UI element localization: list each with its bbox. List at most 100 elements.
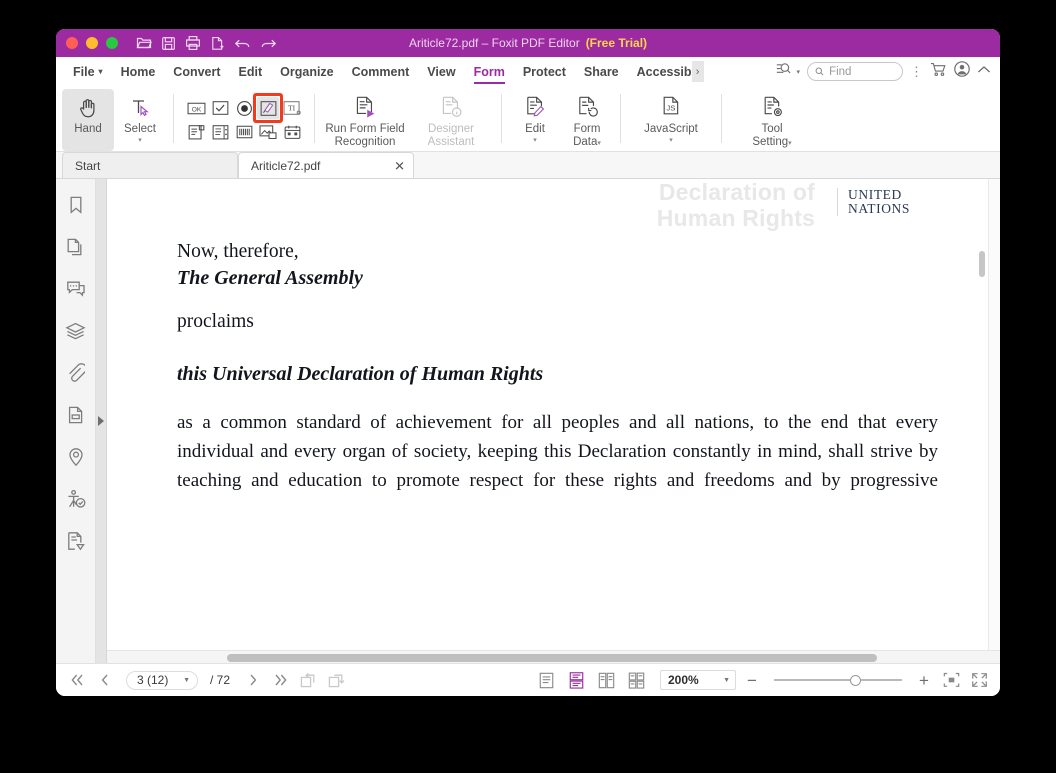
zoom-slider[interactable] [774,673,902,687]
tab-start[interactable]: Start [62,152,238,178]
chevron-down-icon[interactable]: ▾ [533,138,537,144]
single-page-view-button[interactable] [534,669,558,691]
chevron-down-icon[interactable]: ▾ [788,140,792,147]
sidebar-item-comments[interactable] [64,277,88,301]
two-page-view-button[interactable] [594,669,618,691]
next-page-button[interactable] [242,669,264,691]
menu-item-home[interactable]: Home [112,57,165,86]
zoom-in-button[interactable]: + [914,672,934,689]
open-icon[interactable] [136,35,152,51]
search-input[interactable] [829,66,895,78]
menu-item-accessibility[interactable]: Accessib [628,57,692,86]
pdf-page[interactable]: Declaration of Human Rights UNITED NATIO… [107,179,989,650]
minimize-window-button[interactable] [86,37,98,49]
sidebar-item-page-thumbnails[interactable] [64,235,88,259]
menu-item-form[interactable]: Form [465,57,514,86]
close-window-button[interactable] [66,37,78,49]
run-form-field-recognition-button[interactable]: Run Form Field Recognition [322,89,408,151]
logo-line1: UNITED [848,188,910,202]
page-number-input[interactable]: 3 (12) ▼ [126,671,198,690]
chevron-down-icon[interactable]: ▼ [183,677,190,684]
zoom-out-button[interactable]: − [742,672,762,689]
sidebar-item-form-fields[interactable] [64,403,88,427]
menu-item-file[interactable]: File ▾ [64,57,112,86]
chevron-down-icon[interactable]: ▾ [597,140,601,147]
free-trial-badge: (Free Trial) [586,36,647,50]
signature-field-icon[interactable] [257,97,279,119]
text-field-icon[interactable]: TI [281,97,303,119]
horizontal-scrollbar-thumb[interactable] [227,654,877,662]
date-field-icon[interactable] [281,121,303,143]
menu-item-convert[interactable]: Convert [164,57,229,86]
document-tab-strip: Start Ariticle72.pdf ✕ [56,152,1000,179]
chevron-down-icon[interactable]: ▾ [669,138,673,144]
previous-page-button[interactable] [94,669,116,691]
continuous-scroll-view-button[interactable] [564,669,588,691]
hand-tool-button[interactable]: Hand [62,89,114,151]
chevron-down-icon[interactable]: ▼ [723,677,730,684]
save-icon[interactable] [161,36,176,51]
print-icon[interactable] [185,35,201,51]
two-page-continuous-view-button[interactable] [624,669,648,691]
select-text-icon [128,94,152,121]
sidebar-item-layers[interactable] [64,319,88,343]
fit-page-button[interactable] [940,669,962,691]
redo-icon[interactable] [260,36,277,51]
search-options-icon[interactable] [776,62,793,81]
javascript-button[interactable]: JS JavaScript ▾ [628,89,714,151]
more-options-icon[interactable]: ⋮ [910,65,923,78]
push-button-field-icon[interactable]: OK [185,97,207,119]
sidebar-item-digital-signatures[interactable] [64,529,88,553]
form-field-palette: OK TI [185,97,303,143]
cart-icon[interactable] [930,62,947,82]
sidebar-item-accessibility[interactable] [64,487,88,511]
vertical-scrollbar[interactable] [978,179,986,650]
list-box-field-icon[interactable] [209,121,231,143]
window-controls [66,37,118,49]
menu-item-protect[interactable]: Protect [514,57,575,86]
find-box[interactable] [807,62,903,81]
fullscreen-button[interactable] [968,669,990,691]
checkbox-field-icon[interactable] [209,97,231,119]
sidebar-item-bookmarks[interactable] [64,193,88,217]
last-page-button[interactable] [270,669,292,691]
edit-form-button[interactable]: Edit ▾ [509,89,561,151]
logo-line2: NATIONS [848,202,910,216]
maximize-window-button[interactable] [106,37,118,49]
form-data-button[interactable]: Form Data▾ [561,89,613,151]
combo-box-field-icon[interactable] [185,121,207,143]
designer-assistant-button[interactable]: Designer Assistant [408,89,494,151]
expand-panel-button[interactable] [96,179,107,663]
vertical-scrollbar-thumb[interactable] [979,251,985,277]
zoom-slider-knob[interactable] [850,675,861,686]
sidebar-item-attachments[interactable] [64,361,88,385]
rotate-right-button[interactable] [326,669,348,691]
image-field-icon[interactable] [257,121,279,143]
avatar[interactable] [954,61,970,82]
sidebar-item-destinations[interactable] [64,445,88,469]
close-icon[interactable]: ✕ [394,159,405,172]
rotate-left-button[interactable] [298,669,320,691]
select-tool-button[interactable]: Select ▾ [114,89,166,151]
zoom-level-select[interactable]: 200% ▼ [660,670,736,690]
undo-icon[interactable] [234,36,251,51]
collapse-ribbon-icon[interactable] [977,63,991,81]
menu-item-comment[interactable]: Comment [343,57,419,86]
designer-assistant-label-line2: Assistant [428,136,475,148]
barcode-field-icon[interactable] [233,121,255,143]
menu-item-edit[interactable]: Edit [230,57,272,86]
menu-overflow-button[interactable]: › [692,61,704,82]
svg-text:JS: JS [666,103,675,112]
radio-button-field-icon[interactable] [233,97,255,119]
tool-setting-button[interactable]: Tool Setting▾ [729,89,815,151]
new-file-icon[interactable] [210,36,225,51]
chevron-down-icon[interactable]: ▾ [138,138,142,144]
menu-item-share[interactable]: Share [575,57,628,86]
menu-item-view[interactable]: View [418,57,464,86]
menu-item-organize[interactable]: Organize [271,57,343,86]
first-page-button[interactable] [66,669,88,691]
tab-document[interactable]: Ariticle72.pdf ✕ [238,152,414,178]
page-total-label: / 72 [210,673,230,687]
horizontal-scrollbar[interactable] [107,650,1000,663]
chevron-down-icon[interactable]: ▾ [796,68,800,76]
